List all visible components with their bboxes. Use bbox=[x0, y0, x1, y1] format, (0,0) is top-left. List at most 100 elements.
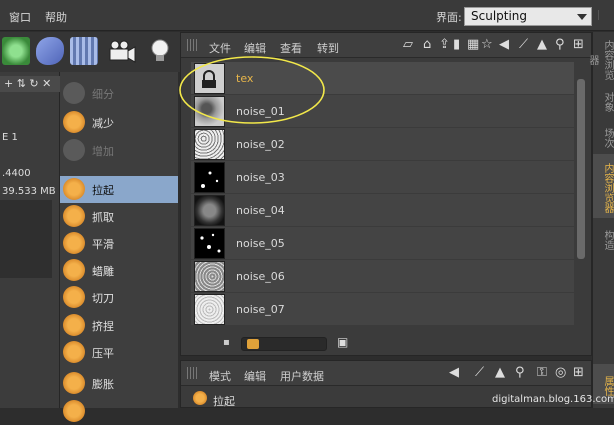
layout-label: 界面: bbox=[436, 11, 462, 24]
list-item[interactable]: noise_07 bbox=[191, 293, 574, 326]
brush-item-inflate[interactable]: 膨胀 bbox=[60, 370, 178, 397]
inflate-brush-icon bbox=[63, 372, 85, 394]
menu-file[interactable]: 文件 bbox=[209, 40, 231, 56]
left-value-2: .4400 bbox=[2, 168, 31, 179]
brush-label: 蜡雕 bbox=[92, 265, 114, 278]
tab-content-browser[interactable]: 内容浏览器 bbox=[593, 154, 614, 218]
brush-item-grab[interactable]: 抓取 bbox=[60, 203, 178, 230]
list-item[interactable]: noise_03 bbox=[191, 161, 574, 194]
plane-grid-icon[interactable] bbox=[70, 37, 98, 65]
right-tab-bar: 内容浏览器 对象 场次 内容浏览器 构造 属性 bbox=[587, 32, 614, 408]
light-bulb-icon[interactable] bbox=[146, 37, 174, 65]
menu-edit[interactable]: 编辑 bbox=[244, 368, 266, 384]
search-icon[interactable]: ⚲ bbox=[515, 365, 525, 380]
item-label: noise_05 bbox=[236, 237, 285, 250]
left-panel-header-glyphs[interactable]: + ⇅ ↻ ✕ bbox=[4, 77, 51, 90]
brush-item-subdivide[interactable]: 细分 bbox=[60, 80, 178, 107]
sculpt-brush-icon[interactable] bbox=[2, 37, 30, 65]
edit-icon[interactable]: ▱ bbox=[403, 37, 413, 52]
watermark: digitalman.blog.163.com bbox=[492, 394, 614, 405]
panel-grip-icon[interactable] bbox=[187, 39, 199, 51]
attributes-toolbar: 模式 编辑 用户数据 ◀ ⟋ ▲ ⚲ ⚿ ◎ ⊞ bbox=[181, 361, 591, 386]
left-panel-header: + ⇅ ↻ ✕ bbox=[0, 76, 60, 92]
star-icon[interactable]: ☆ bbox=[481, 37, 493, 52]
target-icon[interactable]: ◎ bbox=[555, 365, 566, 380]
left-panel-info bbox=[0, 200, 52, 278]
forward-icon[interactable]: ⟋ bbox=[475, 365, 484, 380]
brush-item-smooth[interactable]: 平滑 bbox=[60, 230, 178, 257]
lock-icon[interactable]: ⚿ bbox=[537, 365, 547, 380]
grab-brush-icon bbox=[63, 205, 85, 227]
large-thumb-icon[interactable]: ▣ bbox=[337, 335, 348, 349]
home-icon[interactable]: ⌂ bbox=[423, 37, 431, 52]
list-item[interactable]: noise_02 bbox=[191, 128, 574, 161]
item-label: noise_03 bbox=[236, 171, 285, 184]
bookmark-icon[interactable]: ▮ bbox=[453, 37, 460, 52]
menu-mode[interactable]: 模式 bbox=[209, 368, 231, 384]
item-label: noise_04 bbox=[236, 204, 285, 217]
menu-help[interactable]: 帮助 bbox=[45, 9, 67, 25]
tab-takes[interactable]: 场次 bbox=[593, 118, 614, 154]
left-side-panel: + ⇅ ↻ ✕ E 1 .4400 39.533 MB bbox=[0, 72, 60, 408]
scrollbar-thumb[interactable] bbox=[577, 79, 585, 259]
up-icon[interactable]: ▲ bbox=[495, 365, 505, 380]
small-thumb-icon[interactable]: ▪ bbox=[223, 337, 230, 348]
tube-tool-icon[interactable] bbox=[36, 37, 64, 65]
brush-label: 增加 bbox=[92, 145, 114, 158]
brush-item-increase[interactable]: 增加 bbox=[60, 137, 178, 164]
list-item[interactable]: noise_04 bbox=[191, 194, 574, 227]
brush-item-wax[interactable]: 蜡雕 bbox=[60, 257, 178, 284]
brush-label: 膨胀 bbox=[92, 378, 114, 391]
brush-label: 抓取 bbox=[92, 211, 114, 224]
search-icon[interactable]: ⚲ bbox=[555, 37, 565, 52]
tab-structure[interactable]: 构造 bbox=[593, 220, 614, 256]
camera-icon[interactable] bbox=[106, 37, 138, 65]
pull-brush-icon bbox=[63, 178, 85, 200]
brush-list: 细分 减少 增加 拉起 抓取 平滑 蜡雕 切刀 挤捏 压平 膨胀 bbox=[60, 72, 178, 422]
item-label: noise_02 bbox=[236, 138, 285, 151]
dots-thumb-icon bbox=[194, 228, 225, 259]
menu-user-data[interactable]: 用户数据 bbox=[280, 368, 324, 384]
back-icon[interactable]: ◀ bbox=[449, 365, 459, 380]
list-item[interactable]: noise_05 bbox=[191, 227, 574, 260]
knife-brush-icon bbox=[63, 286, 85, 308]
tab-objects[interactable]: 对象 bbox=[593, 82, 614, 118]
brush-item-pull[interactable]: 拉起 bbox=[60, 176, 178, 203]
brush-item-flatten[interactable]: 压平 bbox=[60, 339, 178, 366]
menu-window[interactable]: 窗口 bbox=[9, 9, 31, 25]
tab-content-browser-top[interactable]: 内容浏览器 bbox=[587, 36, 614, 80]
brush-label: 切刀 bbox=[92, 292, 114, 305]
back-icon[interactable]: ◀ bbox=[499, 37, 509, 52]
forward-icon[interactable]: ⟋ bbox=[519, 37, 528, 52]
brush-label: 拉起 bbox=[92, 184, 114, 197]
decrease-icon bbox=[63, 111, 85, 133]
brush-label: 挤捏 bbox=[92, 320, 114, 333]
brush-item-extra[interactable] bbox=[60, 398, 178, 425]
menu-view[interactable]: 查看 bbox=[280, 40, 302, 56]
subdivide-icon bbox=[63, 82, 85, 104]
brush-icon bbox=[63, 400, 85, 422]
brush-label: 减少 bbox=[92, 117, 114, 130]
grid-icon[interactable]: ▦ bbox=[467, 37, 479, 52]
pull-brush-icon bbox=[193, 391, 207, 405]
new-panel-icon[interactable]: ⊞ bbox=[573, 37, 584, 52]
upload-icon[interactable]: ⇪ bbox=[439, 37, 450, 52]
menu-edit[interactable]: 编辑 bbox=[244, 40, 266, 56]
brush-item-pinch[interactable]: 挤捏 bbox=[60, 312, 178, 339]
slider-handle[interactable] bbox=[247, 339, 259, 349]
flatten-brush-icon bbox=[63, 341, 85, 363]
list-item[interactable]: noise_06 bbox=[191, 260, 574, 293]
wax-brush-icon bbox=[63, 259, 85, 281]
new-panel-icon[interactable]: ⊞ bbox=[573, 365, 584, 380]
annotation-ellipse bbox=[179, 56, 325, 124]
layout-select[interactable]: Sculpting bbox=[464, 7, 592, 26]
panel-grip-icon[interactable] bbox=[187, 367, 199, 379]
brush-item-knife[interactable]: 切刀 bbox=[60, 284, 178, 311]
noise-thumb-icon bbox=[194, 195, 225, 226]
noise-thumb-icon bbox=[194, 261, 225, 292]
menu-goto[interactable]: 转到 bbox=[317, 40, 339, 56]
up-icon[interactable]: ▲ bbox=[537, 37, 547, 52]
speckle-thumb-icon bbox=[194, 294, 225, 325]
brush-item-decrease[interactable]: 减少 bbox=[60, 109, 178, 136]
increase-icon bbox=[63, 139, 85, 161]
